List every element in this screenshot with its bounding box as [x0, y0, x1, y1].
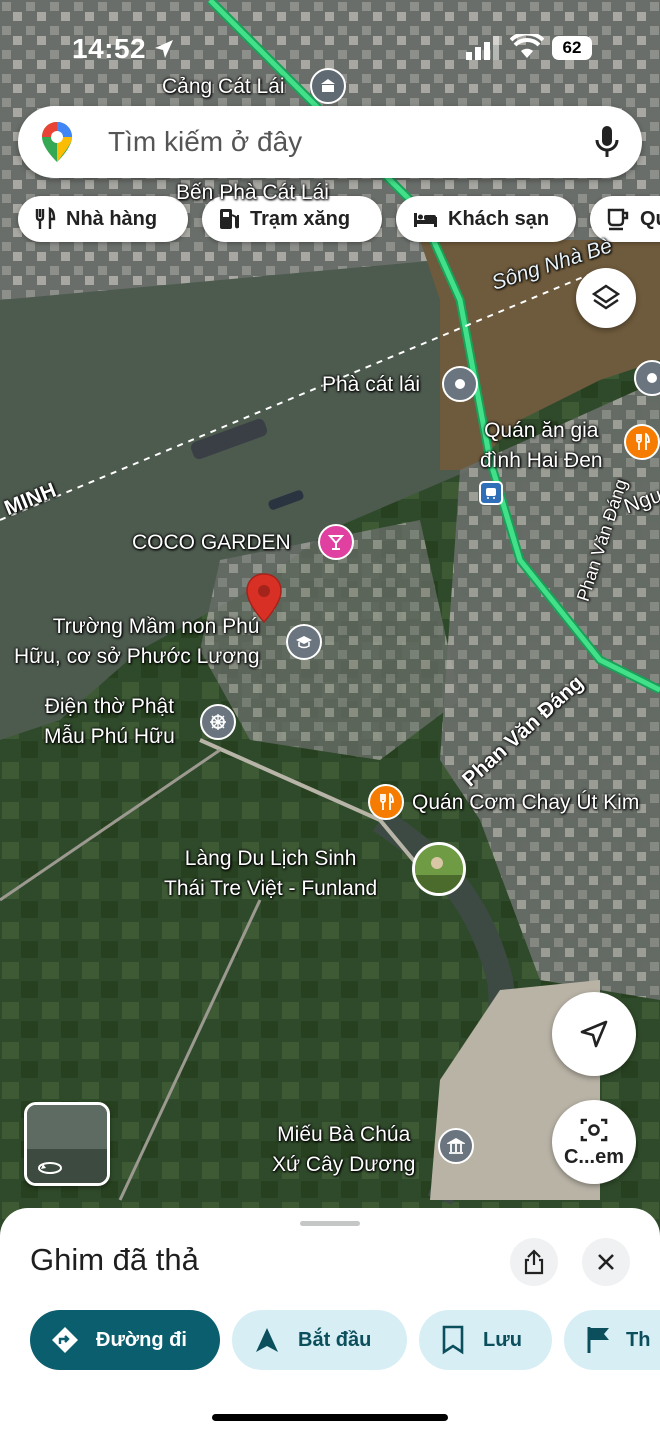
label-button[interactable]: Th [564, 1310, 660, 1370]
bed-icon [414, 213, 437, 227]
map-label-school[interactable]: Trường Mầm non Phú Hữu, cơ sở Phước Lươn… [14, 612, 260, 672]
share-icon [524, 1249, 544, 1275]
fork-knife-icon [636, 433, 650, 450]
map-label-temple[interactable]: Miếu Bà Chúa Xứ Cây Dương [272, 1120, 415, 1180]
map-label-veg-restaurant[interactable]: Quán Cơm Chay Út Kim [412, 788, 639, 818]
chip-label: Trạm xăng [250, 207, 351, 230]
wifi-icon [510, 34, 544, 58]
graduation-cap-icon [296, 636, 312, 649]
lens-button[interactable]: C...em [552, 1100, 636, 1184]
navigation-arrow-icon [256, 1328, 278, 1352]
poi-dot-icon [455, 379, 465, 389]
360-rotate-icon [38, 1162, 62, 1174]
sheet-title: Ghim đã thả [30, 1242, 199, 1277]
start-button[interactable]: Bắt đầu [232, 1310, 407, 1370]
layers-icon [591, 284, 621, 310]
street-view-thumbnail[interactable] [24, 1102, 110, 1186]
bus-icon [486, 488, 496, 499]
directions-icon [52, 1327, 78, 1353]
lens-label: C...em [563, 1145, 625, 1168]
chip-label: Nhà hàng [66, 207, 158, 230]
fork-knife-icon [380, 793, 394, 810]
map-label-ferry[interactable]: Phà cát lái [322, 370, 420, 400]
temple-icon [447, 1137, 465, 1154]
google-maps-pin-icon [42, 122, 72, 162]
navigation-arrow-icon [580, 1020, 608, 1048]
fork-knife-icon [35, 207, 56, 229]
close-icon [598, 1254, 614, 1270]
search-bar[interactable]: Tìm kiếm ở đây [18, 106, 642, 178]
chip-label: Khách sạn [448, 207, 550, 230]
start-label: Bắt đầu [298, 1328, 372, 1351]
funland-photo-marker[interactable] [412, 842, 466, 896]
map-label-coco-garden[interactable]: COCO GARDEN [132, 528, 291, 558]
map-label-restaurant-hai-den[interactable]: Quán ăn gia đình Hai Đen [480, 416, 603, 476]
share-button[interactable] [510, 1238, 558, 1286]
veg-restaurant-marker[interactable] [368, 784, 404, 820]
gas-station-icon [220, 209, 239, 229]
home-indicator[interactable] [212, 1414, 448, 1421]
search-input[interactable]: Tìm kiếm ở đây [108, 126, 302, 158]
place-photo-thumbnail [415, 845, 463, 893]
map-label-port[interactable]: Cảng Cát Lái [162, 72, 285, 102]
save-label: Lưu [483, 1328, 522, 1351]
bookmark-icon [442, 1325, 464, 1355]
drag-handle[interactable] [300, 1221, 360, 1226]
bus-stop-marker[interactable] [479, 481, 503, 505]
chip-label: Qu [640, 207, 660, 230]
microphone-icon[interactable] [594, 124, 620, 160]
coffee-cup-icon [607, 208, 629, 231]
school-marker[interactable] [286, 624, 322, 660]
close-button[interactable] [582, 1238, 630, 1286]
cocktail-icon [327, 535, 345, 550]
battery-level: 62 [562, 38, 582, 57]
chip-hotels[interactable]: Khách sạn [396, 196, 576, 242]
save-button[interactable]: Lưu [419, 1310, 552, 1370]
dharma-wheel-icon [210, 714, 226, 730]
battery-icon: 62 [552, 36, 592, 60]
shrine-marker[interactable] [200, 704, 236, 740]
status-time: 14:52 [72, 33, 147, 64]
poi-dot-icon [647, 373, 657, 383]
layers-button[interactable] [576, 268, 636, 328]
chip-restaurants[interactable]: Nhà hàng [18, 196, 188, 242]
location-arrow-icon [155, 40, 173, 58]
label-button-label: Th [626, 1328, 651, 1351]
restaurant-marker[interactable] [624, 424, 660, 460]
camera-lens-icon [580, 1118, 608, 1141]
directions-label: Đường đi [96, 1328, 187, 1351]
port-marker[interactable] [310, 68, 346, 104]
map-label-ferry-terminal[interactable]: Bến Phà Cát Lái [176, 178, 329, 208]
bottom-sheet[interactable]: Ghim đã thả Đường đi Bắt đầu Lưu Th [0, 1208, 660, 1434]
ferry-marker[interactable] [442, 366, 478, 402]
flag-icon [587, 1327, 609, 1353]
coco-garden-marker[interactable] [318, 524, 354, 560]
my-location-button[interactable] [552, 992, 636, 1076]
building-icon [321, 79, 335, 92]
directions-button[interactable]: Đường đi [30, 1310, 220, 1370]
map-label-funland[interactable]: Làng Du Lịch Sinh Thái Tre Việt - Funlan… [164, 844, 377, 904]
temple-marker[interactable] [438, 1128, 474, 1164]
signal-icon [466, 36, 499, 60]
map-label-shrine[interactable]: Điện thờ Phật Mẫu Phú Hữu [44, 692, 175, 752]
